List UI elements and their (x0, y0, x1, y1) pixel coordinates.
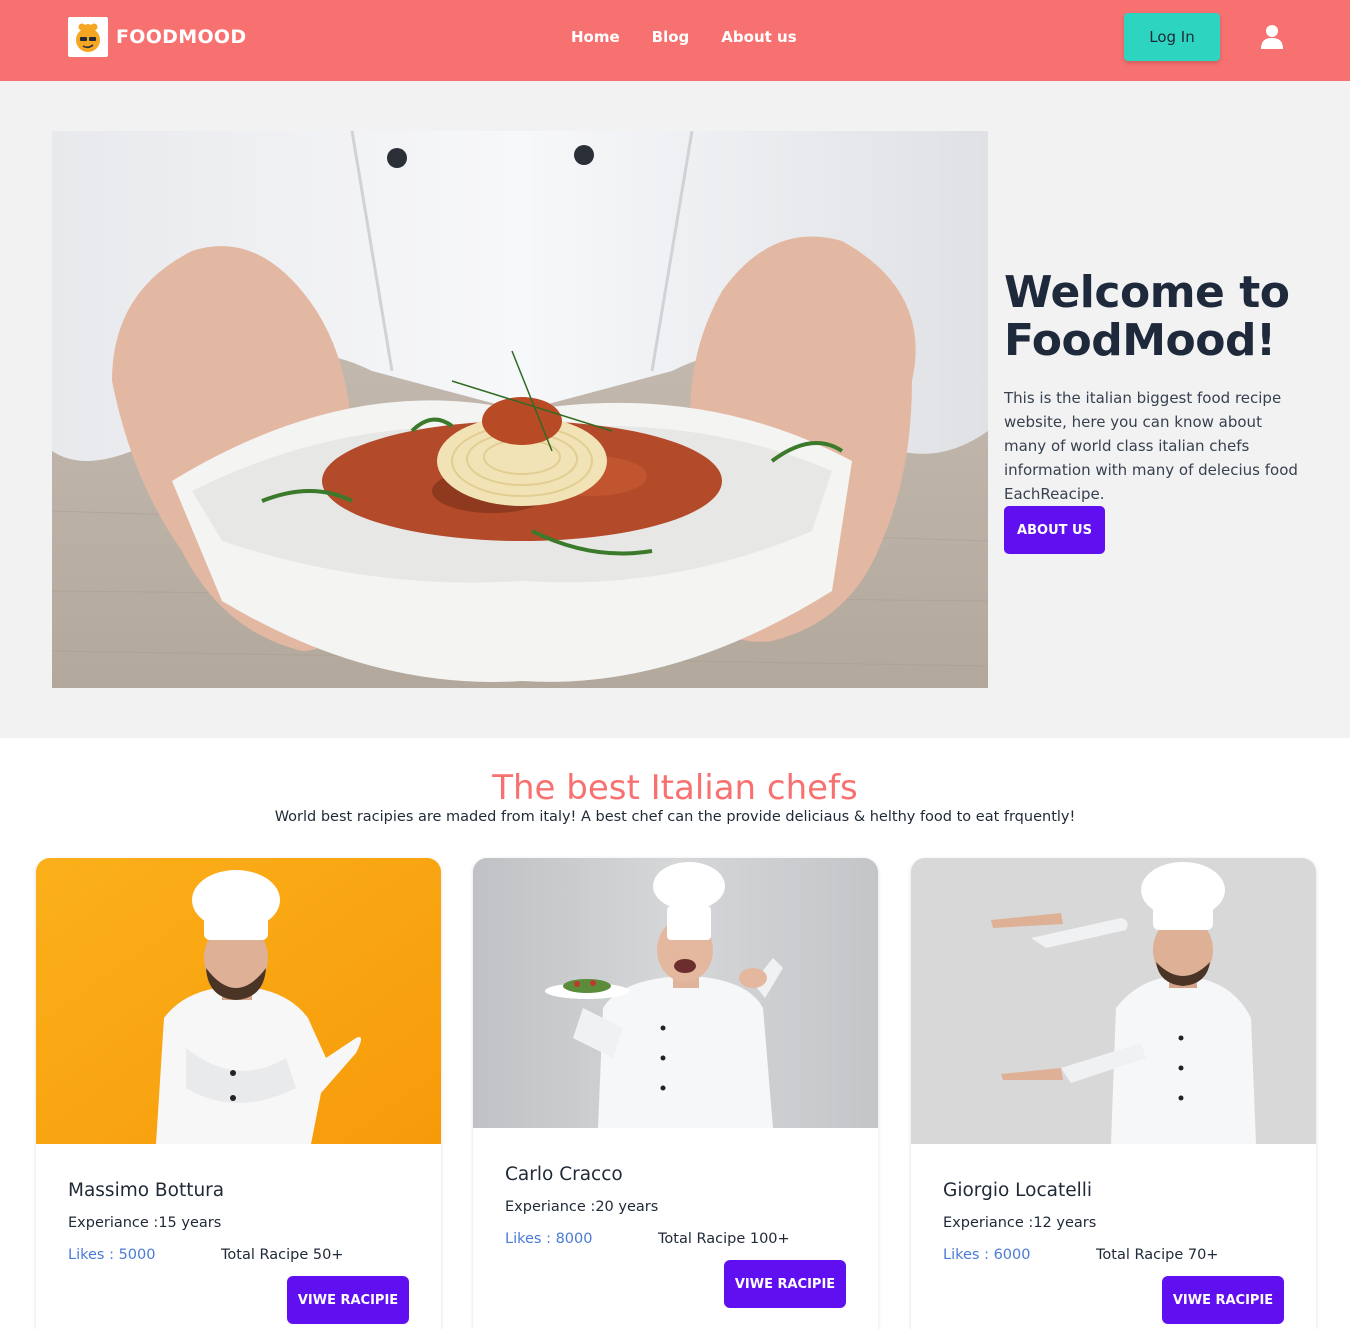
user-icon[interactable] (1259, 24, 1285, 50)
chef-holding-pasta-image (52, 131, 988, 688)
chef-card: Carlo Cracco Experiance :20 years Likes … (473, 858, 878, 1329)
hero-section: Welcome to FoodMood! This is the italian… (0, 81, 1350, 738)
chef-photo (911, 858, 1316, 1144)
chef-photo-image (36, 858, 441, 1144)
chef-card: Giorgio Locatelli Experiance :12 years L… (911, 858, 1316, 1329)
chef-name: Massimo Bottura (68, 1180, 225, 1201)
login-button[interactable]: Log In (1124, 13, 1220, 61)
chef-name: Carlo Cracco (505, 1164, 623, 1185)
hero-description: This is the italian biggest food recipe … (1004, 389, 1298, 503)
chef-photo (473, 858, 878, 1128)
chef-total-recipes: Total Racipe 70+ (1096, 1247, 1219, 1263)
chef-likes[interactable]: Likes : 8000 (505, 1231, 592, 1247)
hero-title: Welcome to FoodMood! (1004, 267, 1290, 366)
view-recipe-button[interactable]: VIWE RACIPIE (1162, 1276, 1284, 1324)
chef-total-recipes: Total Racipe 50+ (221, 1247, 344, 1263)
logo[interactable] (68, 17, 108, 57)
chef-experience: Experiance :12 years (943, 1215, 1097, 1231)
nav-menu: Home Blog About us (571, 28, 797, 46)
chef-photo-image (911, 858, 1316, 1144)
chef-card: Massimo Bottura Experiance :15 years Lik… (36, 858, 441, 1329)
view-recipe-button[interactable]: VIWE RACIPIE (724, 1260, 846, 1308)
about-us-button[interactable]: ABOUT US (1004, 506, 1105, 554)
chef-photo-image (473, 858, 878, 1128)
chef-photo (36, 858, 441, 1144)
nav-link-about[interactable]: About us (721, 28, 796, 46)
brand-name[interactable]: FOODMOOD (116, 26, 246, 48)
hero-image (52, 131, 988, 688)
nav-link-blog[interactable]: Blog (652, 28, 690, 46)
view-recipe-button[interactable]: VIWE RACIPIE (287, 1276, 409, 1324)
chef-experience: Experiance :20 years (505, 1199, 659, 1215)
chefs-section-title: The best Italian chefs (492, 768, 858, 808)
chef-likes[interactable]: Likes : 5000 (68, 1247, 155, 1263)
logo-icon (76, 23, 100, 52)
nav-link-home[interactable]: Home (571, 28, 620, 46)
chef-total-recipes: Total Racipe 100+ (658, 1231, 790, 1247)
chef-likes[interactable]: Likes : 6000 (943, 1247, 1030, 1263)
navbar: FOODMOOD Home Blog About us Log In (0, 0, 1350, 81)
chef-experience: Experiance :15 years (68, 1215, 222, 1231)
chefs-section-subtitle: World best racipies are maded from italy… (274, 809, 1076, 825)
chef-name: Giorgio Locatelli (943, 1180, 1093, 1201)
